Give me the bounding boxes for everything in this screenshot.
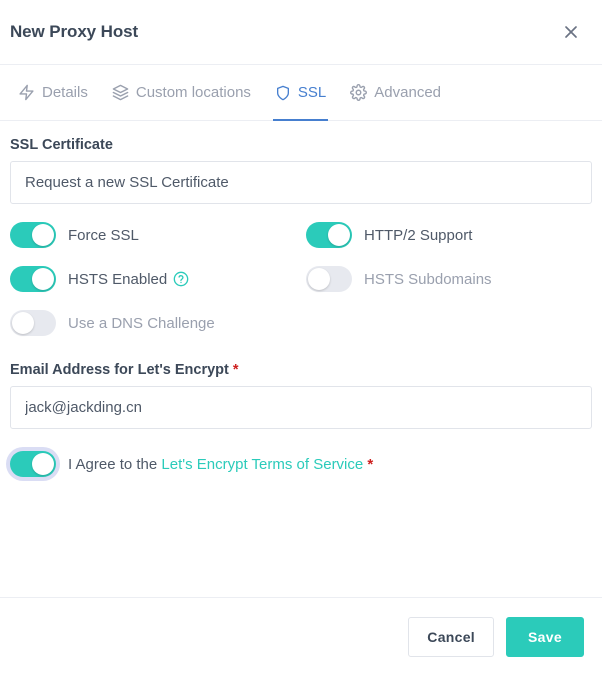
toggle-knob: [32, 268, 54, 290]
ssl-certificate-select[interactable]: Request a new SSL Certificate: [10, 161, 592, 204]
hsts-enabled-label: HSTS Enabled: [68, 270, 168, 288]
email-field[interactable]: [10, 386, 592, 429]
hsts-subdomains-group: HSTS Subdomains: [301, 266, 592, 292]
modal-header: New Proxy Host: [0, 0, 602, 65]
ssl-certificate-label: SSL Certificate: [10, 137, 113, 153]
http2-support-toggle[interactable]: [306, 222, 352, 248]
email-required-mark: *: [232, 362, 239, 378]
toggle-knob: [32, 453, 54, 475]
tab-custom-locations-label: Custom locations: [135, 84, 251, 101]
layers-icon: [112, 84, 129, 101]
agree-required-mark: *: [367, 455, 374, 473]
tab-bar: Details Custom locations SSL Advanced: [0, 65, 602, 121]
toggle-knob: [308, 268, 330, 290]
email-label-text: Email Address for Let's Encrypt: [10, 362, 229, 378]
hsts-enabled-toggle[interactable]: [10, 266, 56, 292]
toggle-row-2: HSTS Enabled HSTS Subdomains: [10, 266, 592, 292]
close-icon[interactable]: [558, 19, 584, 45]
agree-row: I Agree to the Let's Encrypt Terms of Se…: [10, 451, 592, 477]
tab-custom-locations[interactable]: Custom locations: [100, 65, 263, 120]
agree-terms-toggle[interactable]: [10, 451, 56, 477]
force-ssl-label: Force SSL: [68, 226, 139, 244]
dns-challenge-toggle[interactable]: [10, 310, 56, 336]
modal-footer: Cancel Save: [0, 597, 602, 676]
hsts-enabled-group: HSTS Enabled: [10, 266, 301, 292]
tab-ssl[interactable]: SSL: [263, 65, 338, 121]
new-proxy-host-modal: New Proxy Host Details Custom locations: [0, 0, 602, 676]
tab-ssl-label: SSL: [297, 84, 327, 101]
agree-prefix: I Agree to the: [68, 455, 158, 473]
toggle-knob: [328, 224, 350, 246]
email-section: Email Address for Let's Encrypt *: [10, 362, 592, 429]
dns-challenge-group: Use a DNS Challenge: [10, 310, 301, 336]
save-button[interactable]: Save: [506, 617, 584, 657]
bolt-icon: [18, 84, 35, 101]
toggle-knob: [12, 312, 34, 334]
modal-body: SSL Certificate Request a new SSL Certif…: [0, 121, 602, 597]
toggle-row-3: Use a DNS Challenge: [10, 310, 592, 336]
agree-text: I Agree to the Let's Encrypt Terms of Se…: [68, 456, 373, 473]
tab-details[interactable]: Details: [6, 65, 100, 120]
toggle-knob: [32, 224, 54, 246]
http2-support-group: HTTP/2 Support: [301, 222, 592, 248]
dns-challenge-label: Use a DNS Challenge: [68, 314, 215, 332]
hsts-enabled-label-wrap: HSTS Enabled: [68, 271, 189, 288]
gear-icon: [350, 84, 368, 101]
cancel-button[interactable]: Cancel: [408, 617, 494, 657]
force-ssl-toggle[interactable]: [10, 222, 56, 248]
http2-support-label: HTTP/2 Support: [364, 226, 473, 244]
tab-advanced[interactable]: Advanced: [338, 65, 453, 120]
email-label: Email Address for Let's Encrypt *: [10, 362, 592, 378]
help-circle-icon[interactable]: [173, 271, 189, 287]
shield-icon: [275, 85, 291, 101]
page-title: New Proxy Host: [10, 22, 139, 41]
hsts-subdomains-label: HSTS Subdomains: [364, 270, 492, 288]
hsts-subdomains-toggle[interactable]: [306, 266, 352, 292]
terms-of-service-link[interactable]: Let's Encrypt Terms of Service: [161, 456, 363, 473]
force-ssl-group: Force SSL: [10, 222, 301, 248]
toggle-row-1: Force SSL HTTP/2 Support: [10, 222, 592, 248]
tab-advanced-label: Advanced: [374, 84, 441, 101]
tab-details-label: Details: [42, 84, 88, 101]
